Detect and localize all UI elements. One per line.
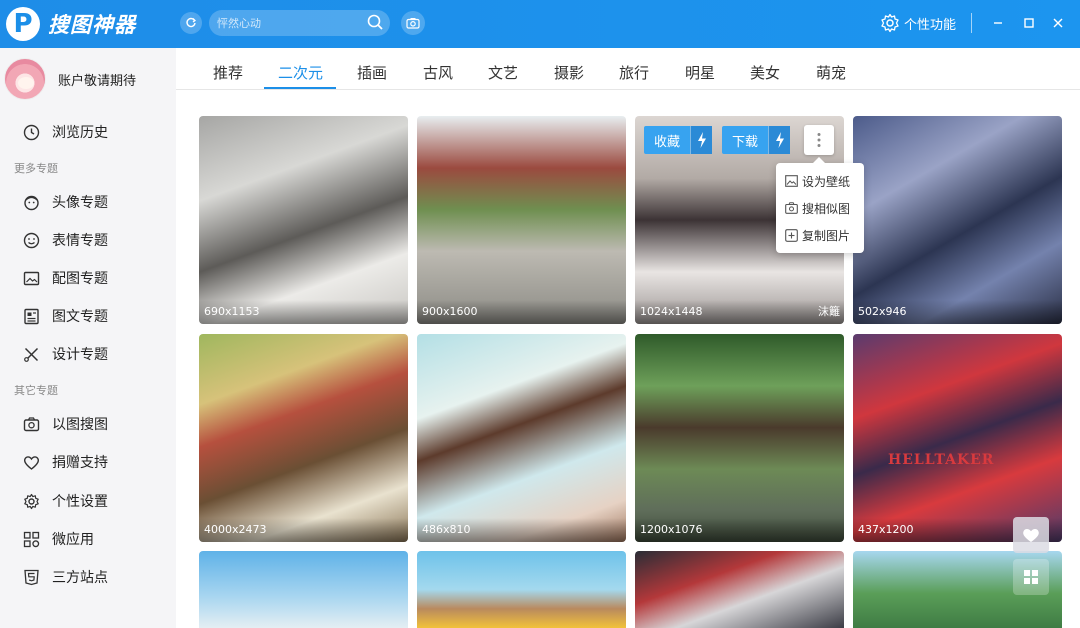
user-profile[interactable]: 账户敬请期待 (4, 58, 136, 100)
copy-plus-icon (784, 228, 798, 242)
username: 账户敬请期待 (58, 73, 137, 89)
section-label-other: 其它专题 (14, 384, 58, 397)
tab-recommend[interactable]: 推荐 (213, 62, 243, 83)
image-dimensions: 502x946 (853, 300, 1062, 324)
sidebar-item-design-topic[interactable]: 设计专题 (0, 339, 176, 369)
minimize-button[interactable] (989, 14, 1007, 32)
lightning-icon (768, 126, 791, 154)
image-dimensions: 1200x1076 (635, 518, 844, 542)
html5-icon (22, 568, 40, 586)
sidebar: 账户敬请期待 浏览历史 更多专题 头像专题 表情专题 配图专题 图文专题 设计专… (0, 48, 176, 628)
menu-copy-image[interactable]: 复制图片 (784, 224, 850, 246)
search-icon[interactable] (367, 14, 384, 35)
tab-ancient-style[interactable]: 古风 (423, 62, 453, 83)
image-card[interactable] (199, 551, 408, 628)
article-icon (22, 307, 40, 325)
more-options-button[interactable] (804, 125, 834, 155)
image-dimensions: 900x1600 (417, 300, 626, 324)
app-title: 搜图神器 (48, 13, 136, 37)
image-context-menu: 设为壁纸 搜相似图 复制图片 (776, 157, 864, 253)
image-title-text: HELLTAKER (888, 452, 995, 468)
tab-photography[interactable]: 摄影 (554, 62, 584, 83)
camera-icon (406, 18, 420, 29)
sidebar-item-donate[interactable]: 捐赠支持 (0, 447, 176, 477)
maximize-icon (1024, 18, 1034, 28)
grid-view-float-button[interactable] (1013, 559, 1049, 595)
sidebar-item-third-party-sites[interactable]: 三方站点 (0, 562, 176, 592)
tab-beauty[interactable]: 美女 (750, 62, 780, 83)
sidebar-item-image-search[interactable]: 以图搜图 (0, 409, 176, 439)
close-icon (1053, 18, 1063, 28)
tab-illustration[interactable]: 插画 (357, 62, 387, 83)
image-card[interactable] (417, 551, 626, 628)
gear-icon (22, 492, 40, 510)
search-input[interactable] (217, 16, 357, 30)
image-card[interactable] (635, 551, 844, 628)
search-box (209, 10, 390, 36)
emoji-icon (22, 231, 40, 249)
collect-button[interactable]: 收藏 (644, 126, 713, 154)
sidebar-item-history[interactable]: 浏览历史 (0, 117, 176, 147)
refresh-button[interactable] (180, 12, 202, 34)
image-dimensions: 1024x1448 (635, 300, 844, 324)
tools-icon (22, 345, 40, 363)
image-dimensions: 690x1153 (199, 300, 408, 324)
tab-pets[interactable]: 萌宠 (816, 62, 846, 83)
tab-travel[interactable]: 旅行 (619, 62, 649, 83)
apps-icon (22, 530, 40, 548)
tab-celebrity[interactable]: 明星 (685, 62, 715, 83)
sidebar-item-settings[interactable]: 个性设置 (0, 486, 176, 516)
image-card[interactable]: 900x1600 (417, 116, 626, 324)
personal-features-button[interactable]: 个性功能 (880, 12, 956, 34)
image-card[interactable]: HELLTAKER 437x1200 (853, 334, 1062, 542)
heart-icon (1023, 529, 1039, 542)
image-card[interactable]: 1200x1076 (635, 334, 844, 542)
sidebar-item-image-topic[interactable]: 配图专题 (0, 263, 176, 293)
gear-icon (881, 13, 899, 33)
picture-icon (784, 174, 798, 188)
download-label: 下载 (732, 134, 759, 150)
face-icon (22, 193, 40, 211)
clock-icon (22, 123, 40, 141)
more-vertical-icon (817, 133, 821, 147)
avatar[interactable] (4, 58, 46, 100)
image-dimensions: 486x810 (417, 518, 626, 542)
collect-label: 收藏 (654, 134, 681, 150)
grid-icon (1024, 570, 1038, 584)
sidebar-item-avatar-topic[interactable]: 头像专题 (0, 187, 176, 217)
maximize-button[interactable] (1020, 14, 1038, 32)
refresh-icon (186, 17, 196, 28)
active-tab-indicator (264, 87, 336, 89)
lightning-icon (690, 126, 713, 154)
close-button[interactable] (1049, 14, 1067, 32)
menu-search-similar[interactable]: 搜相似图 (784, 197, 850, 219)
favorites-float-button[interactable] (1013, 517, 1049, 553)
heart-icon (22, 453, 40, 471)
image-card[interactable]: 690x1153 (199, 116, 408, 324)
image-search-button[interactable] (401, 11, 425, 35)
camera-icon (784, 201, 798, 215)
sidebar-item-emoji-topic[interactable]: 表情专题 (0, 225, 176, 255)
minimize-icon (994, 22, 1002, 24)
image-card[interactable]: 486x810 (417, 334, 626, 542)
category-tabs: 推荐 二次元 插画 古风 文艺 摄影 旅行 明星 美女 萌宠 (176, 48, 1080, 90)
personal-features-label: 个性功能 (904, 17, 957, 33)
image-card[interactable]: 4000x2473 (199, 334, 408, 542)
tab-anime[interactable]: 二次元 (278, 62, 323, 83)
tab-literary[interactable]: 文艺 (488, 62, 518, 83)
titlebar-separator (971, 13, 972, 33)
sidebar-item-article-topic[interactable]: 图文专题 (0, 301, 176, 331)
image-watermark: 沫籬 (818, 305, 840, 318)
image-card[interactable]: 502x946 (853, 116, 1062, 324)
menu-set-wallpaper[interactable]: 设为壁纸 (784, 170, 850, 192)
picture-icon (22, 269, 40, 287)
app-logo: P (6, 7, 40, 41)
section-label-more: 更多专题 (14, 162, 58, 175)
download-button[interactable]: 下载 (722, 126, 791, 154)
image-dimensions: 4000x2473 (199, 518, 408, 542)
sidebar-item-micro-apps[interactable]: 微应用 (0, 524, 176, 554)
camera-icon (22, 415, 40, 433)
